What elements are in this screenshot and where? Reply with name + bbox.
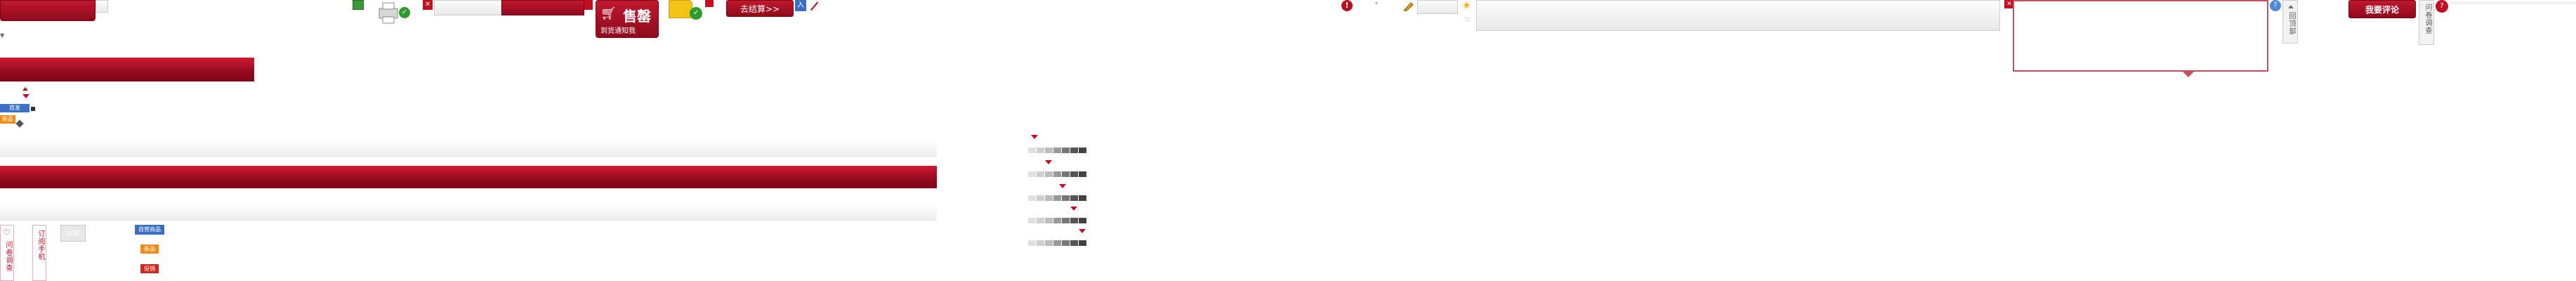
grey-tab-segment [96,0,108,13]
sold-out-title: 售罄 [623,8,651,25]
rating-pointer [1045,160,1052,164]
pen-icon [809,0,819,11]
badge-orange: 新品 [140,244,159,254]
survey-left-label: 问卷调查 [4,241,12,272]
right-edge-strip [2450,0,2576,4]
tag-icon [584,0,593,10]
subscribe-label: 订阅手机 [37,230,44,261]
rating-bar [1028,170,1087,179]
rating-bar [1028,194,1087,203]
section-banner [0,58,254,81]
checkmark-icon: ✓ [399,7,410,18]
checkmark-icon: ✓ [690,7,702,20]
checkout-label: 去结算>> [740,4,780,14]
arrow-icon [31,107,35,111]
subscribe-sidebar[interactable]: 订阅手机 [32,225,46,281]
small-red-icon [705,0,714,7]
join-label: 入 [797,1,804,9]
survey-sidebar-left[interactable]: ♡ 问卷调查 [0,225,14,281]
heart-icon: ♡ [3,228,11,237]
warning-circle-icon: ! [1341,0,1353,11]
up-arrow-icon [2288,5,2294,8]
rating-pointer [1059,184,1066,188]
badge-orange-small-label: 新品 [2,116,13,122]
badge-orange-label: 新品 [144,246,155,252]
calendar-icon [353,0,364,10]
notify-me-text: 到货通知我 [600,27,636,35]
checkout-button[interactable]: 去结算>> [726,0,794,17]
badge-blue-small-label: 首发 [9,105,20,111]
sold-out-tag[interactable]: 🛒︎ 售罄 到货通知我 [596,0,659,38]
chevron-down-icon: ▾ [1375,0,1379,6]
close-icon[interactable]: ✕ [423,0,433,10]
survey-sidebar-right[interactable]: 问卷调查 [2419,0,2434,45]
popover-arrow [2183,72,2194,77]
rating-pointer [1031,135,1038,139]
pencil-icon [1403,1,1414,12]
question-circle-icon[interactable]: ? [2270,0,2281,11]
badge-blue-wide: 自营商品 [135,225,164,235]
comment-popover [2013,0,2268,77]
sort-down-icon[interactable] [22,94,29,98]
printer-icon [376,1,402,25]
badge-red-label: 促销 [144,266,155,272]
pencil-icon [15,119,24,128]
badge-orange-small: 新品 [0,115,15,124]
textarea-slot[interactable] [1476,0,2000,31]
compare-grey-button[interactable]: 比较 [60,225,86,242]
rating-sprite-group [1028,135,1093,247]
wide-red-bar [0,166,937,188]
badge-blue-small: 首发 [0,104,29,112]
compare-label: 比较 [66,230,79,237]
write-review-button[interactable]: 我要评论 [2348,0,2416,18]
red-tab-button[interactable] [0,0,96,21]
badge-red: 促销 [140,264,159,273]
light-strip [0,140,937,157]
survey-right-label: 问卷调查 [2424,4,2431,34]
back-to-top-button[interactable]: 回顶部 [2282,0,2298,44]
cart-icon: 🛒︎ [600,6,617,21]
sort-up-icon[interactable] [22,87,28,91]
red-bar-button[interactable] [501,0,584,15]
rating-bar [1028,146,1087,155]
speech-bubble-icon[interactable]: ? [2436,0,2448,13]
rating-bar [1028,239,1087,248]
write-review-label: 我要评论 [2365,5,2399,15]
chevron-down-icon: ▼ [0,32,5,39]
rating-bar [1028,216,1087,226]
rating-pointer [1070,207,1077,211]
star-icon[interactable]: ★ [1462,0,1471,11]
join-icon: 入 [795,0,806,11]
back-to-top-label: 回顶部 [2287,12,2295,35]
folder-icon [669,0,692,18]
rating-pointer [1079,229,1086,233]
badge-blue-wide-label: 自营商品 [138,226,161,233]
light-strip-lower [0,204,937,221]
star-outline-icon[interactable]: ☆ [1464,14,1471,24]
small-input-slot[interactable] [1417,0,1458,14]
grey-input-slot[interactable] [434,0,501,15]
